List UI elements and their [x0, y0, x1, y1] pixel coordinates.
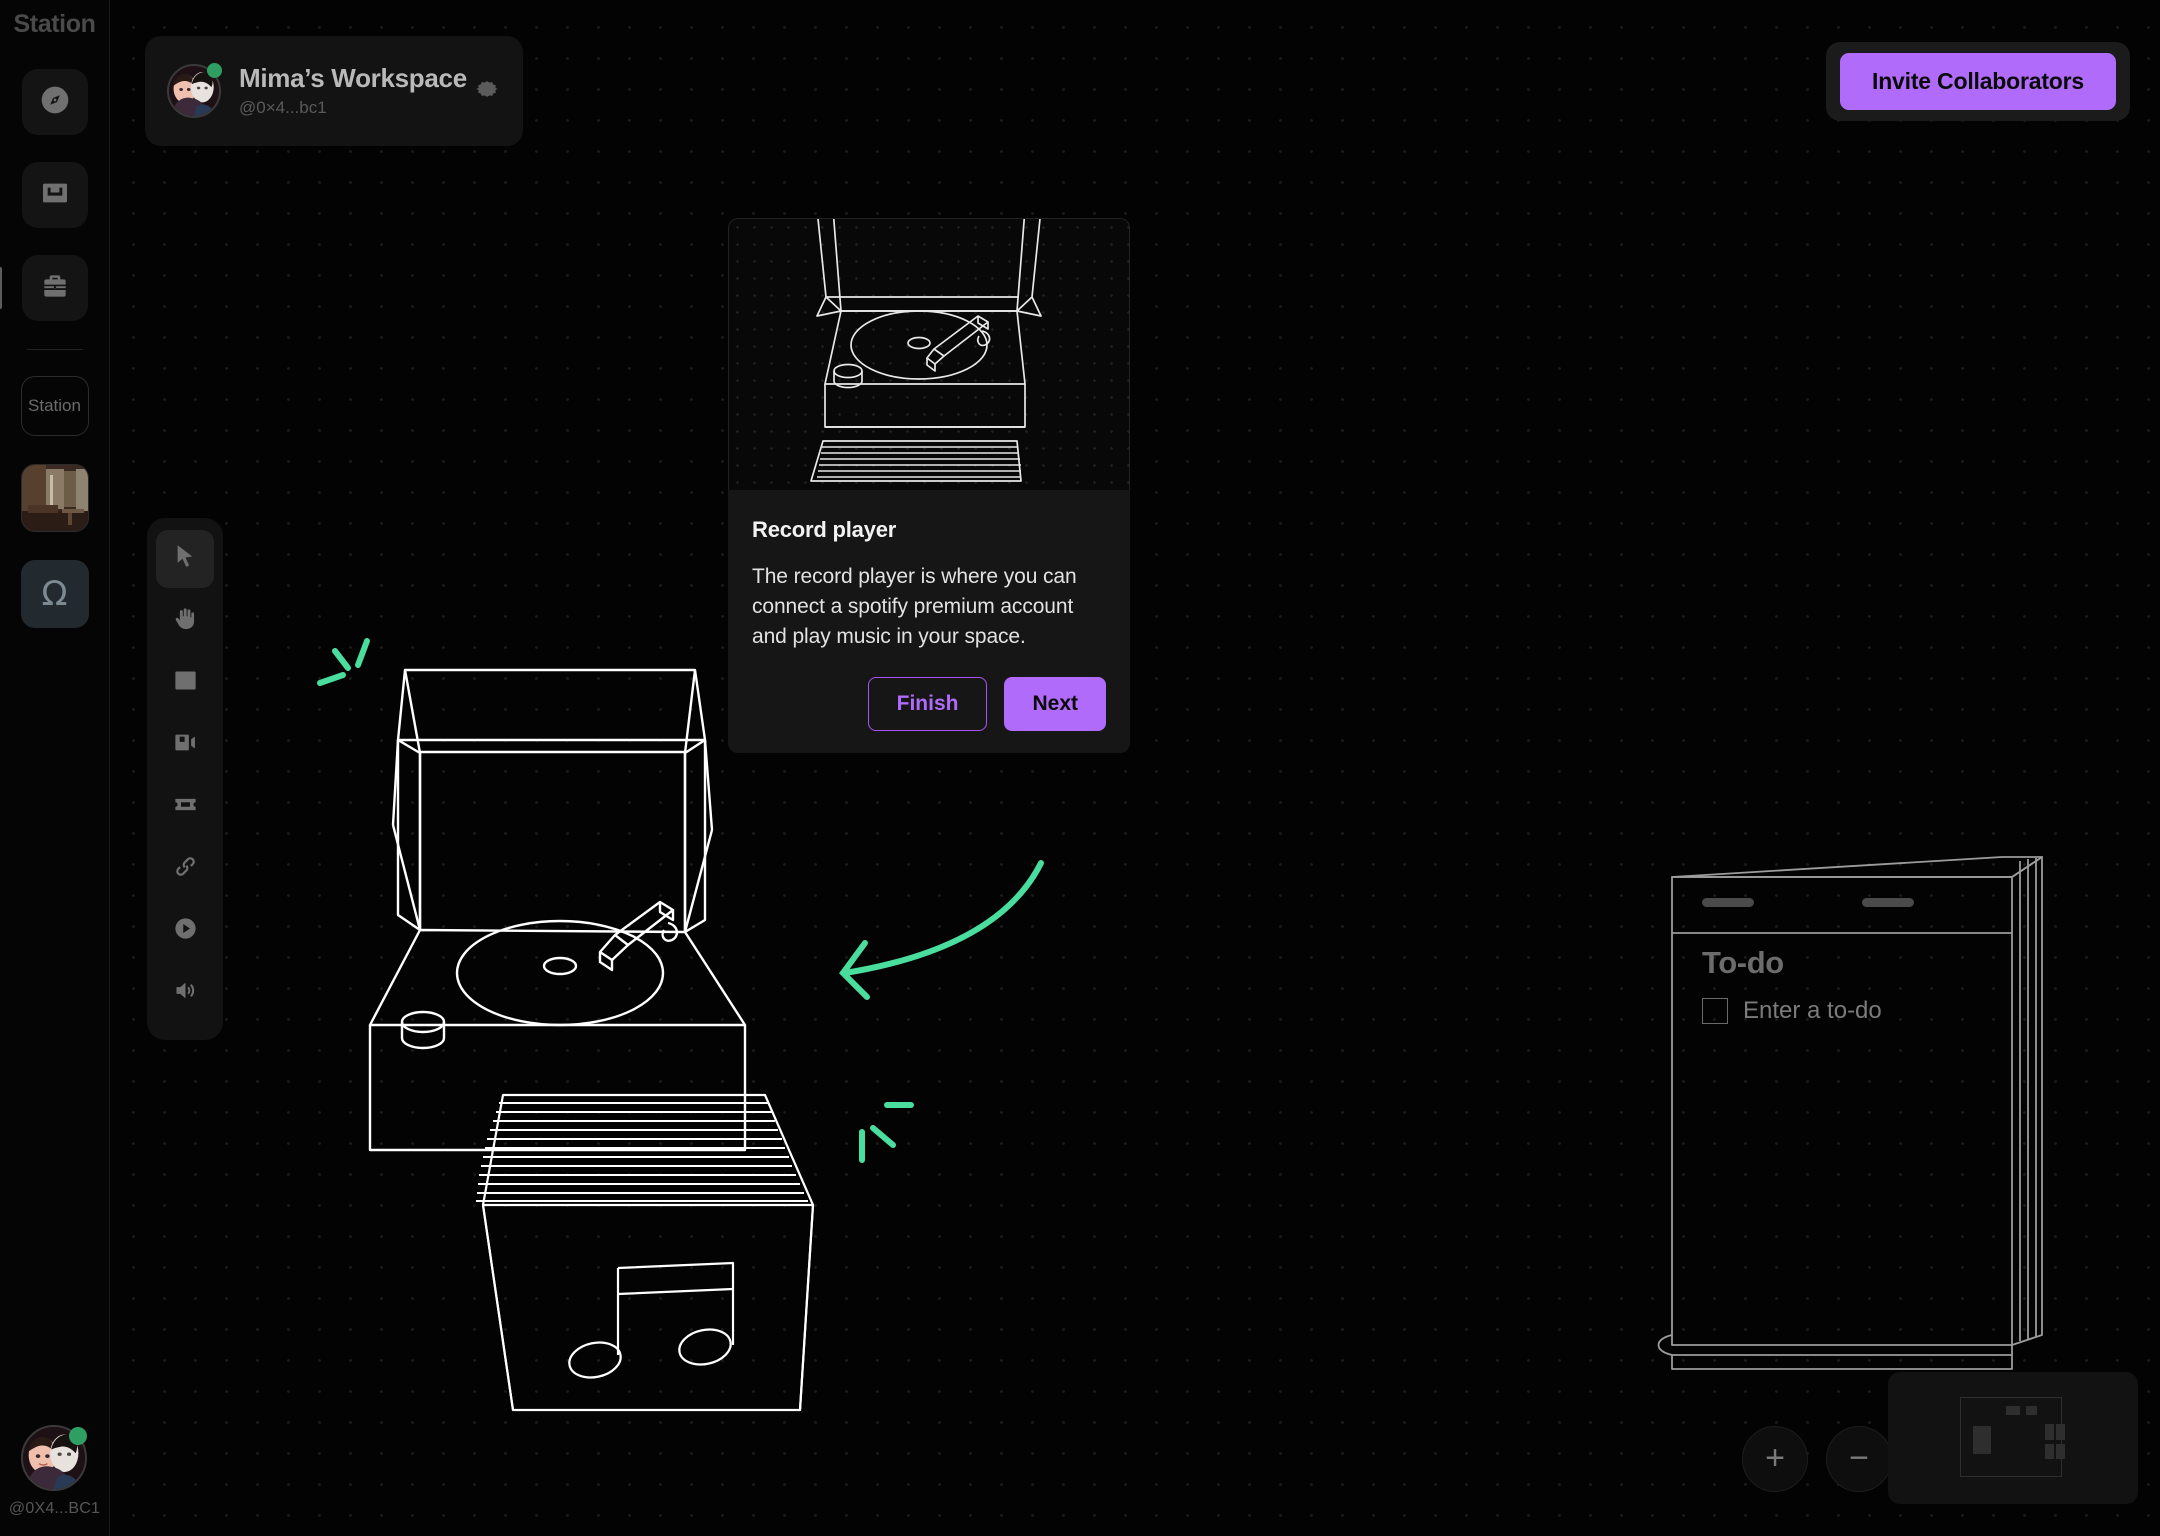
- briefcase-icon: [39, 270, 71, 307]
- onboarding-tooltip: Record player The record player is where…: [728, 218, 1130, 754]
- record-crate[interactable]: [455, 1075, 855, 1415]
- workspace-status-dot: [207, 63, 222, 78]
- tooltip-preview-image: [728, 218, 1130, 490]
- minimap-block: [2056, 1424, 2065, 1440]
- sidebar-chip-label: Station: [28, 396, 81, 415]
- gear-icon: [473, 80, 501, 107]
- play-tool[interactable]: [156, 902, 214, 960]
- ticket-icon: [172, 791, 199, 823]
- sparkle-bottom: [859, 1102, 914, 1163]
- tooltip-body: Record player The record player is where…: [728, 490, 1130, 754]
- avatar[interactable]: [21, 1425, 88, 1491]
- room-thumbnail-image: [21, 465, 88, 531]
- link-icon: [172, 853, 199, 885]
- workspace-avatar: [167, 63, 222, 118]
- canvas-toolbar: [147, 518, 223, 1040]
- rail-title: Station: [13, 10, 96, 38]
- video-tool[interactable]: [156, 716, 214, 774]
- tooltip-title: Record player: [752, 517, 897, 542]
- image-tool[interactable]: [156, 654, 214, 712]
- invite-collaborators-button[interactable]: Invite Collaborators: [1840, 53, 2116, 110]
- tooltip-description: The record player is where you can conne…: [752, 565, 1077, 649]
- record-player-illustration: [810, 219, 1042, 482]
- minimap-block: [2006, 1406, 2020, 1415]
- minimap-block: [1973, 1426, 1991, 1454]
- todo-row[interactable]: Enter a to-do: [1702, 997, 2002, 1025]
- image-icon: [172, 667, 199, 699]
- sidebar-item-workspace[interactable]: [0, 255, 88, 321]
- ticket-tool[interactable]: [156, 778, 214, 836]
- omega-icon: Ω: [41, 574, 68, 614]
- status-dot-online: [69, 1427, 88, 1445]
- pointer-arrow: [839, 860, 1044, 1000]
- link-tool[interactable]: [156, 840, 214, 898]
- rail-user-section: @0X4...BC1: [9, 1425, 100, 1518]
- sidebar-item-omega[interactable]: Ω: [20, 560, 89, 628]
- sidebar-item-explore[interactable]: [21, 69, 88, 135]
- zoom-in-button[interactable]: +: [1742, 1426, 1808, 1492]
- minimap-block: [2045, 1424, 2054, 1440]
- zoom-out-button[interactable]: −: [1826, 1426, 1892, 1492]
- sparkle-top: [317, 638, 370, 686]
- tooltip-actions: Finish Next: [752, 677, 1106, 732]
- select-tool[interactable]: [156, 530, 214, 588]
- sidebar-item-inbox[interactable]: [21, 162, 88, 228]
- todo-widget-content: To-do Enter a to-do: [1702, 945, 2002, 1025]
- user-handle: @0X4...BC1: [8, 1500, 101, 1517]
- zoom-controls: + −: [1742, 1426, 1892, 1492]
- inbox-icon: [39, 177, 71, 214]
- sidebar-item-room-thumbnail[interactable]: [20, 464, 89, 532]
- todo-title: To-do: [1702, 945, 1784, 980]
- minimap-block: [2026, 1406, 2037, 1415]
- pan-tool[interactable]: [156, 592, 214, 650]
- workspace-card[interactable]: Mima’s Workspace @0×4...bc1: [145, 36, 523, 146]
- workspace-name: Mima’s Workspace: [239, 63, 467, 94]
- rail-divider: [26, 349, 83, 350]
- invite-collaborators-panel: Invite Collaborators: [1826, 42, 2130, 121]
- todo-input-placeholder[interactable]: Enter a to-do: [1743, 997, 1882, 1025]
- minimap[interactable]: [1888, 1372, 2138, 1504]
- hand-icon: [172, 605, 199, 637]
- workspace-handle: @0×4...bc1: [239, 97, 327, 117]
- todo-checkbox[interactable]: [1702, 998, 1728, 1024]
- speaker-icon: [172, 977, 199, 1009]
- dresser-todo[interactable]: [1650, 845, 2070, 1390]
- next-button[interactable]: Next: [1004, 677, 1106, 732]
- cursor-icon: [172, 543, 199, 575]
- minimap-block: [2045, 1444, 2054, 1459]
- workspace-settings-button[interactable]: [473, 75, 501, 108]
- app-root: Station Station Ω @0X4...BC1 Mima’s Work…: [0, 0, 2160, 1536]
- video-icon: [172, 729, 199, 761]
- sidebar-item-station[interactable]: Station: [20, 376, 89, 436]
- workspace-text: Mima’s Workspace @0×4...bc1: [239, 64, 473, 118]
- minimap-viewport-frame: [1960, 1397, 2065, 1477]
- minimap-block: [2056, 1444, 2065, 1459]
- finish-button[interactable]: Finish: [867, 677, 988, 732]
- left-rail: Station Station Ω @0X4...BC1: [0, 0, 110, 1536]
- canvas[interactable]: Mima’s Workspace @0×4...bc1 Invite Colla…: [110, 0, 2160, 1536]
- audio-tool[interactable]: [156, 964, 214, 1022]
- play-circle-icon: [172, 915, 199, 947]
- compass-icon: [39, 84, 71, 121]
